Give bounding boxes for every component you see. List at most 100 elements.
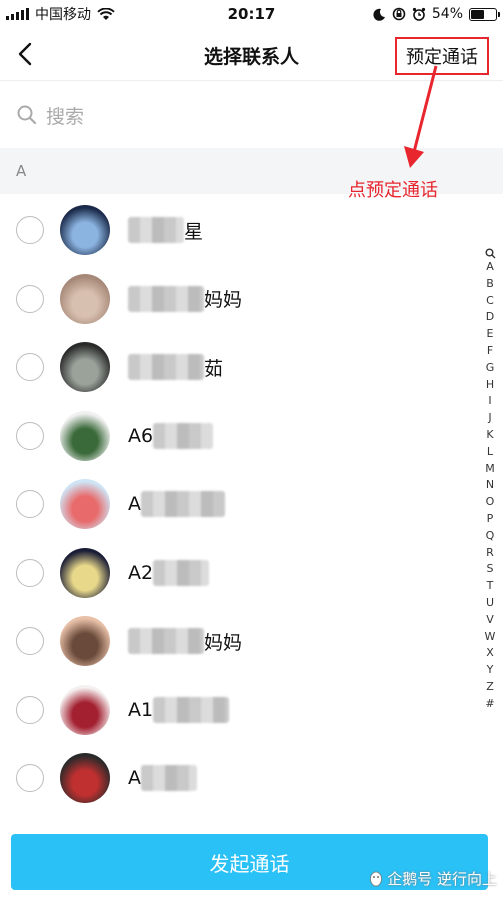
select-radio[interactable] bbox=[16, 764, 44, 793]
index-letter[interactable]: A bbox=[486, 259, 494, 276]
redacted-name bbox=[128, 217, 184, 244]
redacted-name bbox=[153, 422, 214, 449]
watermark: 企鹅号 逆行向上 bbox=[369, 868, 497, 889]
index-letter[interactable]: C bbox=[486, 293, 494, 310]
penguin-icon bbox=[370, 871, 383, 886]
avatar bbox=[60, 342, 110, 393]
back-button[interactable] bbox=[10, 36, 40, 72]
section-letter: A bbox=[16, 162, 27, 180]
select-radio[interactable] bbox=[16, 353, 44, 382]
contact-list: 星妈妈茹 A6 A A2 妈妈 A1 A bbox=[0, 196, 503, 813]
avatar bbox=[60, 547, 110, 598]
contact-row[interactable]: 妈妈 bbox=[0, 265, 503, 334]
index-letter[interactable]: Q bbox=[486, 528, 495, 545]
status-bar: 中国移动 20:17 54% bbox=[0, 0, 503, 28]
index-letter[interactable]: L bbox=[487, 444, 493, 461]
index-letter[interactable]: # bbox=[485, 696, 494, 713]
contact-name: A bbox=[128, 765, 197, 792]
start-call-label: 发起通话 bbox=[209, 851, 290, 876]
index-letter[interactable]: G bbox=[486, 360, 495, 377]
redacted-name bbox=[128, 354, 204, 381]
redacted-name bbox=[128, 285, 204, 312]
contact-name: A1 bbox=[128, 696, 230, 723]
index-letter[interactable]: O bbox=[486, 494, 495, 511]
contact-row[interactable]: A bbox=[0, 470, 503, 539]
name-prefix: A bbox=[128, 493, 141, 516]
index-letter[interactable]: B bbox=[486, 276, 494, 293]
index-search-icon[interactable] bbox=[485, 248, 496, 259]
avatar bbox=[60, 205, 110, 256]
name-suffix: 星 bbox=[184, 220, 204, 243]
annotation-arrow bbox=[404, 65, 438, 168]
index-letter[interactable]: I bbox=[488, 393, 491, 410]
index-letter[interactable]: J bbox=[488, 410, 491, 427]
index-letter[interactable]: U bbox=[486, 595, 494, 612]
avatar bbox=[60, 616, 110, 667]
contact-row[interactable]: 妈妈 bbox=[0, 607, 503, 676]
index-letter[interactable]: W bbox=[485, 629, 496, 646]
name-prefix: A bbox=[128, 767, 141, 790]
search-input[interactable]: 搜索 bbox=[46, 102, 84, 129]
redacted-name bbox=[141, 765, 197, 792]
battery-icon bbox=[469, 7, 500, 21]
index-letter[interactable]: E bbox=[487, 326, 494, 343]
contact-row[interactable]: 茹 bbox=[0, 333, 503, 402]
watermark-text: 企鹅号 逆行向上 bbox=[387, 870, 497, 888]
contact-row[interactable]: A2 bbox=[0, 539, 503, 608]
alphabet-index[interactable]: A B C D E F G H I J K L M N O P Q R S T U V W X Y Z # bbox=[483, 248, 497, 713]
select-radio[interactable] bbox=[16, 421, 44, 450]
redacted-name bbox=[153, 696, 230, 723]
contact-row[interactable]: A bbox=[0, 744, 503, 813]
search-icon bbox=[17, 105, 37, 125]
avatar bbox=[60, 684, 110, 735]
name-suffix: 妈妈 bbox=[204, 631, 243, 654]
select-radio[interactable] bbox=[16, 627, 44, 656]
rotation-lock-icon bbox=[392, 7, 406, 21]
avatar bbox=[60, 479, 110, 530]
redacted-name bbox=[153, 559, 210, 586]
select-radio[interactable] bbox=[16, 695, 44, 724]
back-arrow-icon bbox=[18, 42, 32, 66]
select-radio[interactable] bbox=[16, 216, 44, 245]
index-letter[interactable]: F bbox=[487, 343, 493, 360]
avatar bbox=[60, 410, 110, 461]
contact-row[interactable]: A6 bbox=[0, 402, 503, 471]
index-letter[interactable]: N bbox=[486, 477, 494, 494]
alarm-icon bbox=[412, 7, 425, 21]
select-radio[interactable] bbox=[16, 490, 44, 519]
select-radio[interactable] bbox=[16, 558, 44, 587]
carrier-label: 中国移动 bbox=[35, 7, 91, 23]
contact-row[interactable]: A1 bbox=[0, 676, 503, 745]
name-prefix: A6 bbox=[128, 424, 154, 447]
name-prefix: A1 bbox=[128, 698, 154, 721]
contact-name: 星 bbox=[128, 217, 203, 244]
redacted-name bbox=[128, 628, 204, 655]
avatar bbox=[60, 753, 110, 804]
index-letter[interactable]: V bbox=[486, 612, 494, 629]
contact-name: 茹 bbox=[128, 354, 223, 381]
index-letter[interactable]: P bbox=[487, 511, 494, 528]
index-letter[interactable]: X bbox=[486, 645, 494, 662]
index-letter[interactable]: Y bbox=[487, 662, 494, 679]
contact-name: 妈妈 bbox=[128, 285, 242, 312]
moon-icon bbox=[373, 8, 385, 21]
battery-percent: 54% bbox=[431, 6, 463, 22]
index-letter[interactable]: S bbox=[487, 561, 494, 578]
avatar bbox=[60, 273, 110, 324]
index-letter[interactable]: R bbox=[486, 545, 494, 562]
contact-name: 妈妈 bbox=[128, 628, 242, 655]
index-letter[interactable]: K bbox=[486, 427, 493, 444]
name-suffix: 茹 bbox=[204, 357, 224, 380]
contact-name: A2 bbox=[128, 559, 210, 586]
index-letter[interactable]: H bbox=[486, 377, 494, 394]
name-prefix: A2 bbox=[128, 561, 154, 584]
contact-name: A6 bbox=[128, 422, 214, 449]
select-radio[interactable] bbox=[16, 284, 44, 313]
index-letter[interactable]: D bbox=[486, 309, 494, 326]
index-letter[interactable]: T bbox=[487, 578, 494, 595]
index-letter[interactable]: M bbox=[485, 461, 495, 478]
index-letter[interactable]: Z bbox=[486, 679, 494, 696]
wifi-icon bbox=[97, 7, 115, 20]
contact-row[interactable]: 星 bbox=[0, 196, 503, 265]
redacted-name bbox=[141, 491, 225, 518]
